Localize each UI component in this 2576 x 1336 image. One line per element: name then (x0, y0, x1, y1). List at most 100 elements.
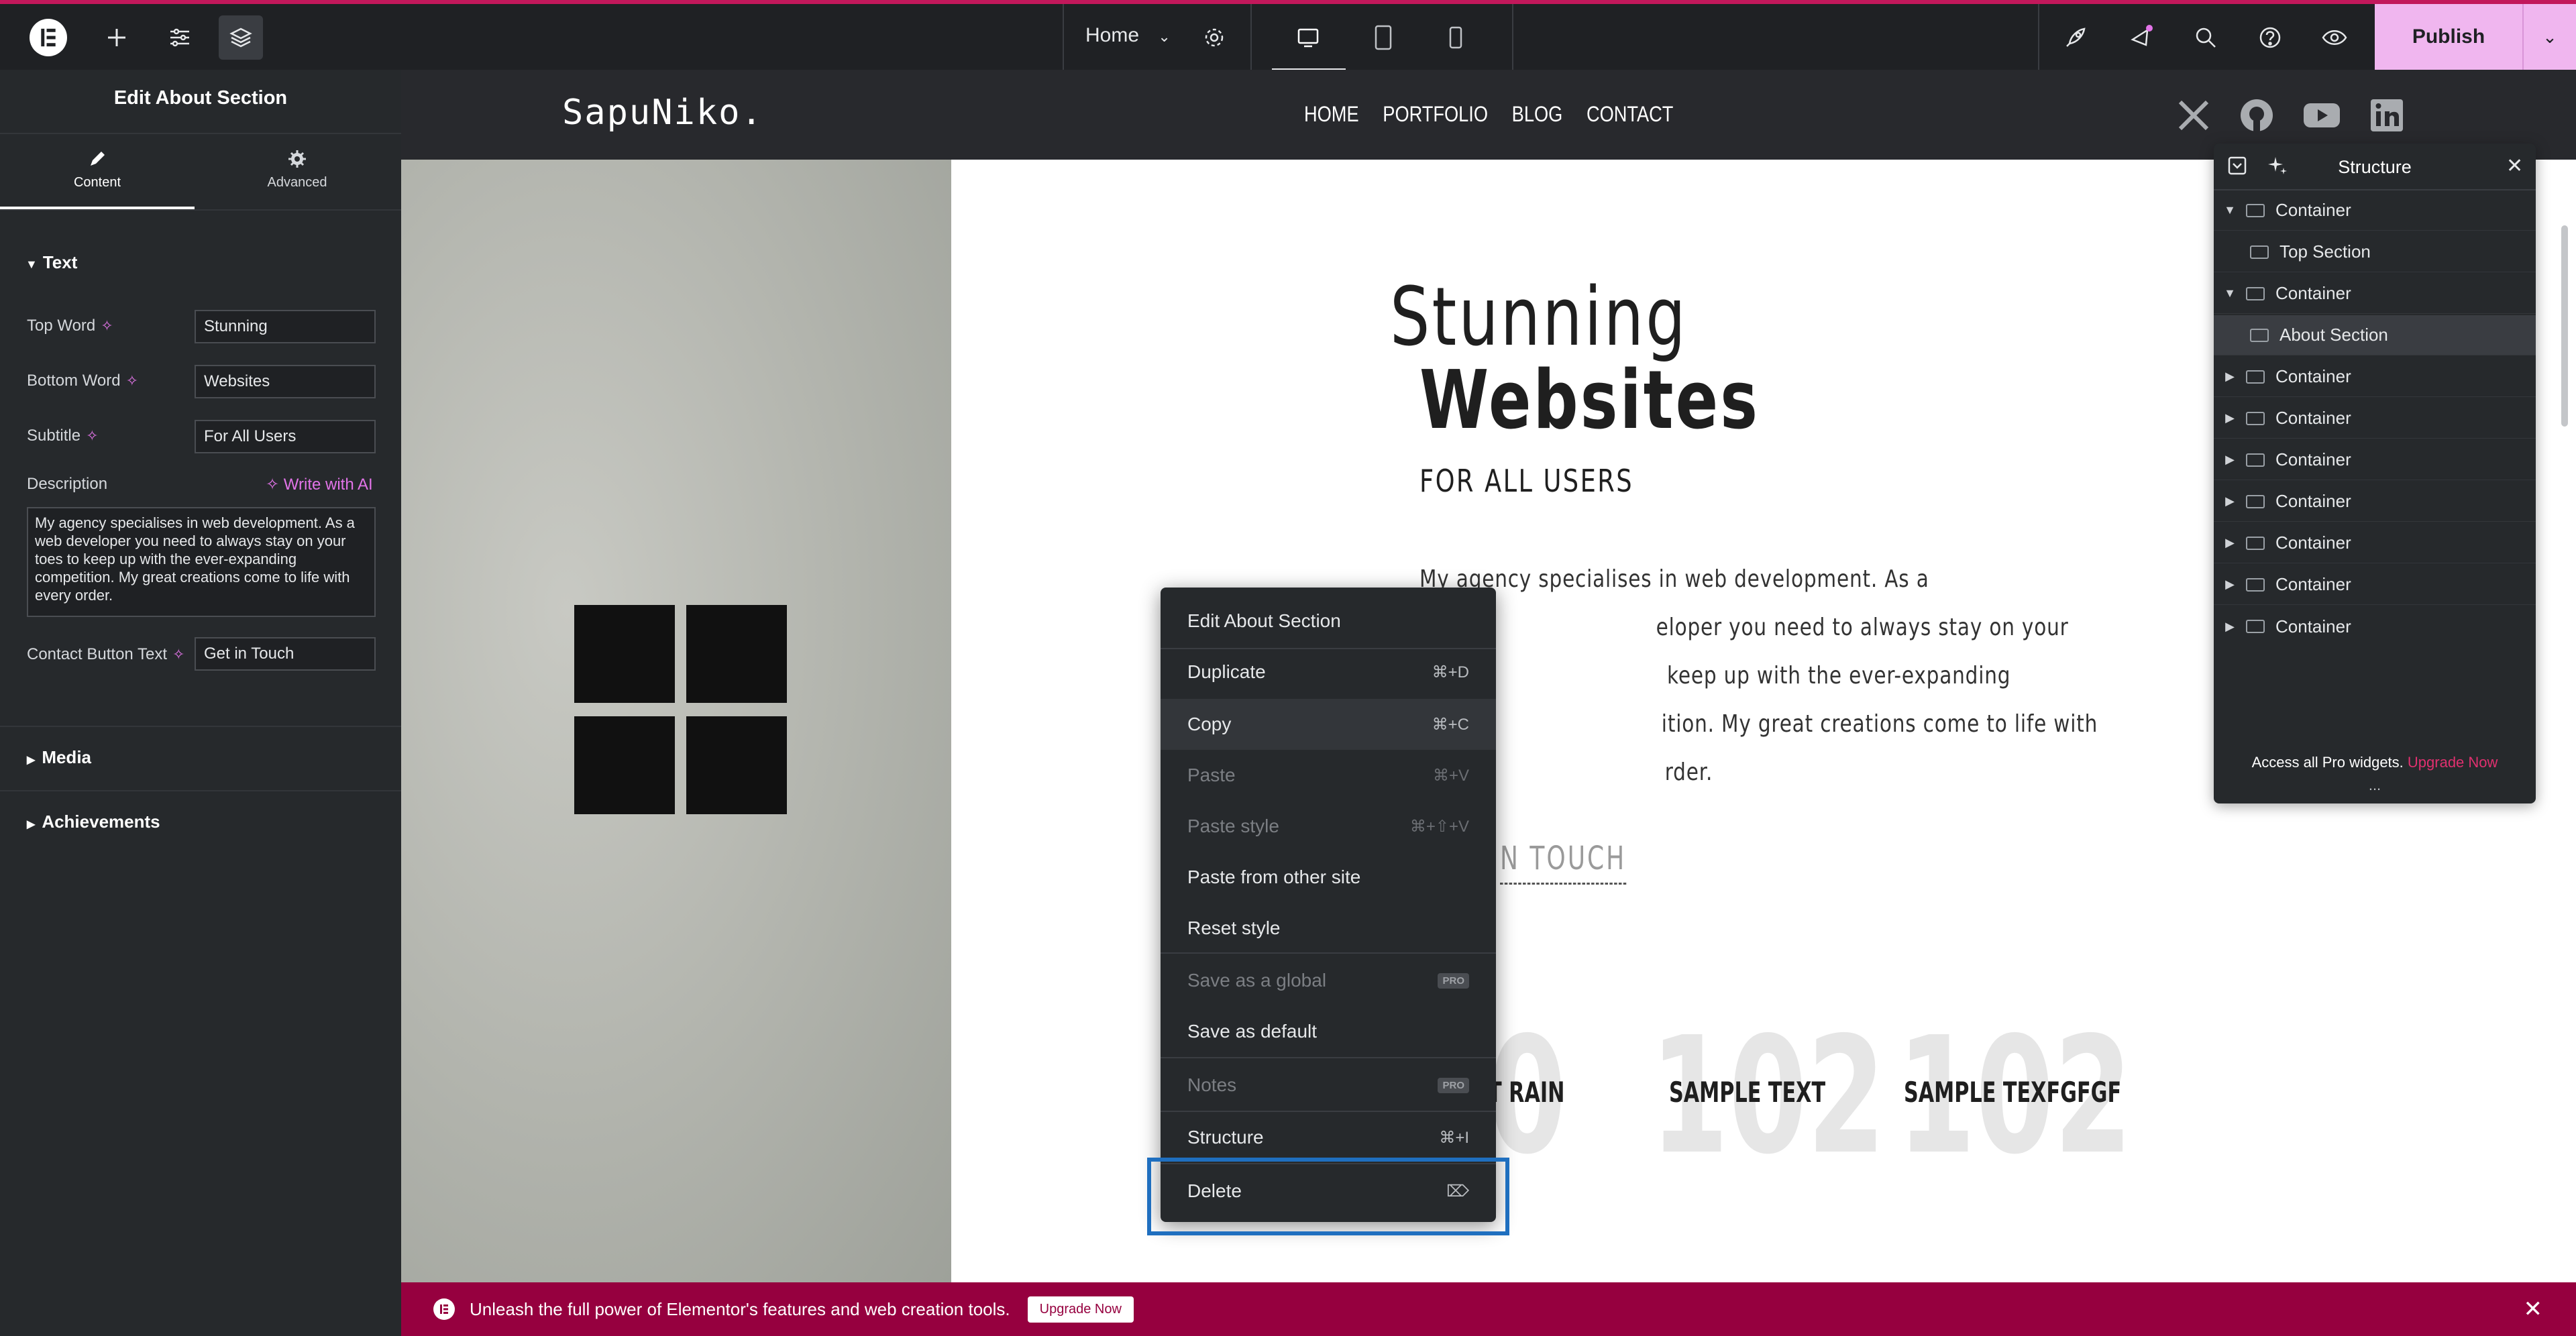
subtitle-input[interactable] (195, 420, 376, 453)
structure-row-container[interactable]: ▶ Container (2214, 606, 2536, 647)
ai-sparkle-icon[interactable]: ✧ (172, 646, 184, 663)
container-icon (2246, 494, 2265, 508)
menu-notes[interactable]: Notes PRO (1161, 1060, 1496, 1111)
structure-row-container[interactable]: ▶ Container (2214, 482, 2536, 522)
upgrade-now-link[interactable]: Upgrade Now (2408, 754, 2498, 771)
section-media-toggle[interactable]: ▶ Media (27, 747, 91, 768)
description-line: ition. My great creations come to life w… (1661, 710, 2098, 738)
menu-edit-about-section[interactable]: Edit About Section (1161, 596, 1496, 647)
nav-portfolio[interactable]: PORTFOLIO (1383, 102, 1488, 127)
contact-button-text-input[interactable] (195, 637, 376, 671)
top-word-input[interactable] (195, 310, 376, 343)
structure-layers-icon[interactable] (219, 15, 263, 60)
ai-sparkle-icon[interactable]: ✧ (126, 372, 138, 389)
page-settings-gear-icon[interactable] (1195, 19, 1233, 56)
caret-right-icon[interactable]: ▶ (2223, 577, 2237, 592)
caret-down-icon[interactable]: ▼ (2223, 203, 2237, 217)
divider (1161, 952, 1496, 954)
caret-right-icon[interactable]: ▶ (2223, 536, 2237, 550)
structure-row-container[interactable]: ▶ Container (2214, 398, 2536, 439)
close-icon[interactable]: ✕ (2524, 1296, 2543, 1323)
structure-row-container[interactable]: ▶ Container (2214, 440, 2536, 480)
get-in-touch-button[interactable]: N TOUCH (1500, 840, 1627, 885)
menu-reset-style[interactable]: Reset style (1161, 903, 1496, 954)
heading-bottom-word: Websites (1419, 354, 1760, 447)
caret-right-icon[interactable]: ▶ (2223, 411, 2237, 425)
ai-sparkle-icon[interactable]: ✧ (101, 317, 113, 334)
gear-icon (200, 149, 394, 172)
bottom-word-input[interactable] (195, 365, 376, 398)
pro-badge: PRO (1438, 972, 1469, 989)
structure-row-container[interactable]: ▶ Container (2214, 565, 2536, 605)
x-icon[interactable] (2176, 98, 2211, 136)
section-achievements-toggle[interactable]: ▶ Achievements (27, 812, 160, 832)
search-icon[interactable] (2187, 19, 2224, 56)
structure-row-container[interactable]: ▶ Container (2214, 523, 2536, 563)
tab-content[interactable]: Content (0, 134, 195, 209)
ai-sparkle-icon[interactable]: ✧ (86, 427, 98, 444)
window-pane (574, 716, 675, 814)
caret-right-icon[interactable]: ▶ (2223, 370, 2237, 384)
youtube-icon[interactable] (2302, 98, 2341, 136)
menu-paste[interactable]: Paste ⌘+V (1161, 750, 1496, 801)
about-image (401, 160, 951, 1282)
container-icon (2250, 245, 2269, 259)
preview-eye-icon[interactable] (2316, 19, 2353, 56)
container-icon (2246, 536, 2265, 550)
menu-duplicate[interactable]: Duplicate ⌘+D (1161, 647, 1496, 698)
structure-row-container[interactable]: ▼ Container (2214, 274, 2536, 314)
caret-right-icon[interactable]: ▶ (2223, 620, 2237, 634)
caret-right-icon[interactable]: ▶ (2223, 494, 2237, 508)
caret-right-icon[interactable]: ▶ (2223, 453, 2237, 467)
chevron-down-icon: ⌄ (1158, 28, 1171, 45)
container-icon (2246, 453, 2265, 467)
site-logo[interactable]: SapuNiko. (562, 93, 763, 133)
menu-structure[interactable]: Structure ⌘+I (1161, 1112, 1496, 1163)
caret-down-icon[interactable]: ▼ (2223, 286, 2237, 300)
linkedin-icon[interactable] (2369, 98, 2404, 136)
structure-row-about-section[interactable]: About Section (2214, 315, 2536, 355)
menu-copy[interactable]: Copy ⌘+C (1161, 699, 1496, 750)
close-icon[interactable]: ✕ (2506, 154, 2523, 178)
container-icon (2246, 286, 2265, 300)
description-line: keep up with the ever-expanding (1667, 662, 2011, 689)
menu-paste-style[interactable]: Paste style ⌘+⇧+V (1161, 801, 1496, 852)
nav-home[interactable]: HOME (1304, 102, 1359, 127)
widget-editor-panel: Edit About Section Content Advanced ▼ Tex… (0, 70, 401, 1336)
section-text-toggle[interactable]: ▼ Text (25, 252, 77, 273)
description-textarea[interactable]: My agency specialises in web development… (27, 507, 376, 617)
description-line: My agency specialises in web development… (1419, 565, 1929, 593)
tab-advanced[interactable]: Advanced (200, 134, 394, 209)
nav-blog[interactable]: BLOG (1512, 102, 1563, 127)
structure-panel: Structure ✕ ▼ Container Top Section ▼ Cont… (2214, 144, 2536, 803)
ai-sparkle-icon: ✧ (266, 476, 280, 494)
page-selector[interactable]: Home ⌄ (1085, 24, 1171, 47)
subtitle-label: Subtitle ✧ (27, 427, 99, 445)
menu-save-as-global[interactable]: Save as a global PRO (1161, 955, 1496, 1006)
help-icon[interactable] (2251, 19, 2289, 56)
divider (0, 209, 401, 211)
elementor-logo-icon[interactable] (30, 19, 67, 56)
add-element-icon[interactable] (98, 19, 136, 56)
launch-rocket-icon[interactable] (2057, 19, 2094, 56)
canvas-scrollbar[interactable] (2561, 225, 2568, 427)
mobile-view-icon[interactable] (1437, 19, 1474, 56)
divider (1512, 4, 1513, 70)
section-media-label: Media (42, 747, 91, 767)
publish-options-chevron-icon[interactable]: ⌄ (2524, 27, 2576, 48)
upgrade-now-button[interactable]: Upgrade Now (1027, 1296, 1134, 1323)
nav-contact[interactable]: CONTACT (1587, 102, 1673, 127)
site-settings-icon[interactable] (161, 19, 199, 56)
menu-paste-from-other-site[interactable]: Paste from other site (1161, 852, 1496, 903)
structure-row-top-section[interactable]: Top Section (2214, 232, 2536, 272)
structure-row-container[interactable]: ▼ Container (2214, 190, 2536, 231)
structure-row-container[interactable]: ▶ Container (2214, 357, 2536, 397)
tablet-view-icon[interactable] (1364, 19, 1402, 56)
container-icon (2246, 577, 2265, 592)
desktop-view-icon[interactable] (1289, 19, 1327, 56)
github-icon[interactable] (2239, 98, 2274, 136)
publish-button[interactable]: Publish (2375, 25, 2522, 48)
write-with-ai-link[interactable]: ✧ Write with AI (266, 475, 373, 494)
notifications-icon[interactable] (2123, 19, 2160, 56)
menu-save-as-default[interactable]: Save as default (1161, 1006, 1496, 1057)
